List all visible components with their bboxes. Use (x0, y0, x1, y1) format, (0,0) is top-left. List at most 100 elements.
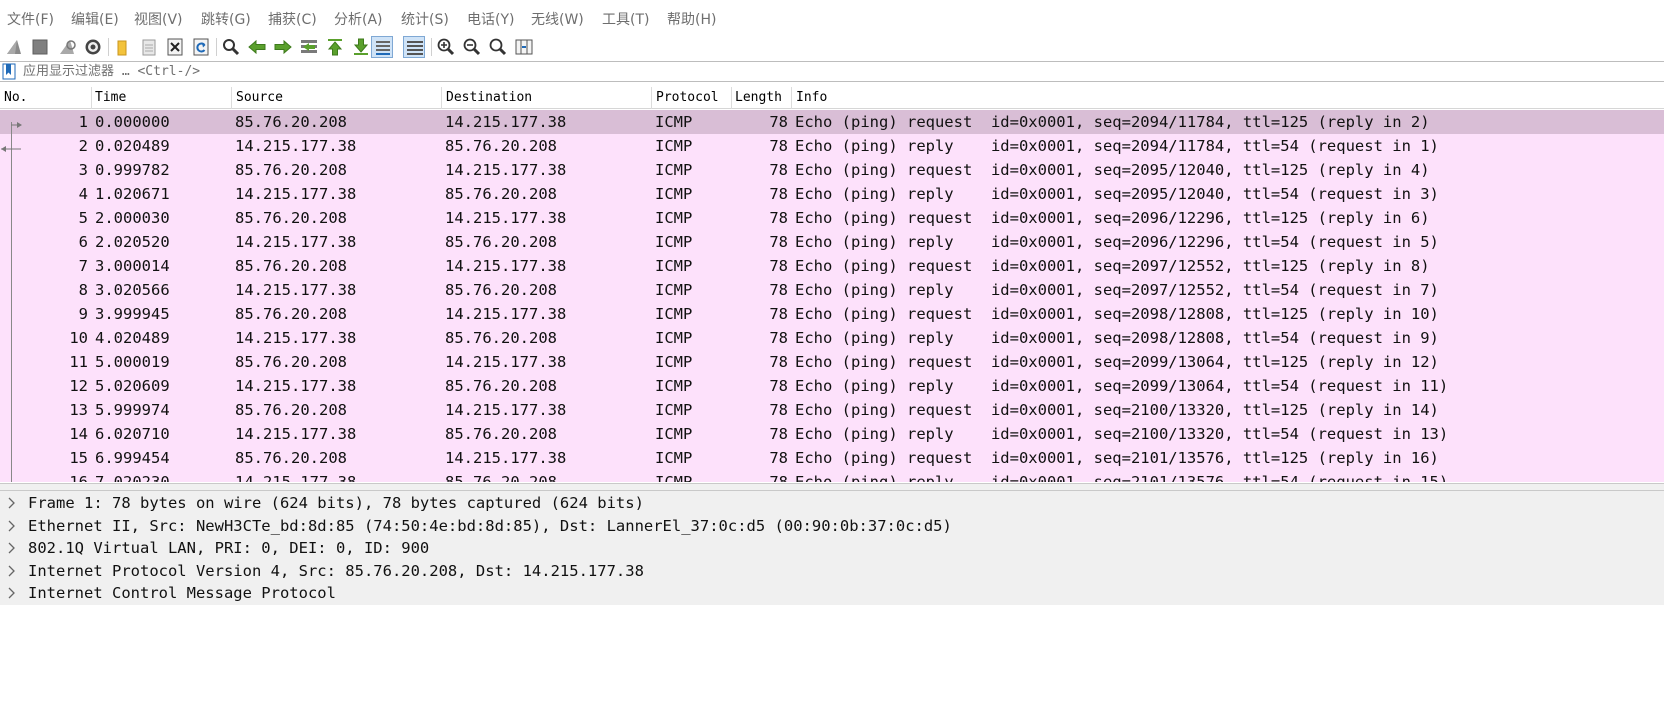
column-header-time[interactable]: Time (95, 90, 126, 105)
first-packet-icon[interactable] (324, 36, 346, 58)
packet-destination: 14.215.177.38 (445, 209, 567, 227)
packet-info: Echo (ping) request id=0x0001, seq=2097/… (795, 257, 1430, 275)
packet-time: 6.020710 (95, 425, 170, 443)
packet-row[interactable]: 14 6.020710 14.215.177.38 85.76.20.208 ICMP 7… (0, 422, 1664, 446)
reply-arrow-icon (0, 140, 24, 152)
display-filter-input[interactable] (19, 62, 1664, 81)
autoscroll-icon[interactable] (371, 36, 393, 58)
menu-statistics[interactable]: 统计(S) (401, 9, 449, 29)
detail-tree-item[interactable]: Internet Control Message Protocol (0, 581, 1664, 605)
packet-protocol: ICMP (655, 449, 693, 467)
packet-no: 10 (69, 329, 88, 347)
detail-tree-item[interactable]: Internet Protocol Version 4, Src: 85.76.… (0, 558, 1664, 583)
resize-columns-icon[interactable] (513, 36, 535, 58)
packet-source: 85.76.20.208 (235, 305, 347, 323)
column-header-info[interactable]: Info (796, 90, 827, 105)
last-packet-icon[interactable] (350, 36, 372, 58)
menu-wireless[interactable]: 无线(W) (531, 9, 584, 29)
save-file-icon[interactable] (138, 36, 160, 58)
go-back-arrow-icon[interactable] (246, 36, 268, 58)
menu-analyze[interactable]: 分析(A) (334, 9, 383, 29)
detail-tree-item[interactable]: Frame 1: 78 bytes on wire (624 bits), 78… (0, 491, 1664, 515)
packet-source: 85.76.20.208 (235, 161, 347, 179)
reload-icon[interactable] (190, 36, 212, 58)
pane-splitter[interactable] (0, 483, 1664, 491)
packet-no: 12 (69, 377, 88, 395)
packet-source: 85.76.20.208 (235, 113, 347, 131)
column-header-source[interactable]: Source (236, 90, 283, 105)
close-file-icon[interactable] (164, 36, 186, 58)
packet-row[interactable]: 1 0.000000 85.76.20.208 14.215.177.38 ICMP 78… (0, 110, 1664, 134)
colorize-icon[interactable] (403, 36, 425, 58)
go-forward-arrow-icon[interactable] (272, 36, 294, 58)
chevron-right-icon[interactable] (7, 586, 17, 600)
packet-row[interactable]: 8 3.020566 14.215.177.38 85.76.20.208 ICMP 78… (0, 278, 1664, 302)
zoom-out-icon[interactable] (461, 36, 483, 58)
menu-help[interactable]: 帮助(H) (667, 9, 716, 29)
packet-row[interactable]: 2 0.020489 14.215.177.38 85.76.20.208 ICMP 78… (0, 134, 1664, 158)
detail-tree-item[interactable]: 802.1Q Virtual LAN, PRI: 0, DEI: 0, ID: … (0, 536, 1664, 560)
go-to-packet-icon[interactable] (298, 36, 320, 58)
chevron-right-icon[interactable] (7, 496, 17, 510)
packet-length: 78 (769, 281, 788, 299)
packet-row[interactable]: 4 1.020671 14.215.177.38 85.76.20.208 ICMP 78… (0, 182, 1664, 206)
packet-protocol: ICMP (655, 281, 693, 299)
packet-row[interactable]: 7 3.000014 85.76.20.208 14.215.177.38 ICMP 78… (0, 254, 1664, 278)
detail-tree-item[interactable]: Ethernet II, Src: NewH3CTe_bd:8d:85 (74:… (0, 513, 1664, 538)
packet-source: 85.76.20.208 (235, 257, 347, 275)
shark-fin-start-icon[interactable] (3, 36, 25, 58)
open-folder-icon[interactable] (112, 36, 134, 58)
packet-source: 14.215.177.38 (235, 377, 357, 395)
packet-source: 14.215.177.38 (235, 185, 357, 203)
packet-protocol: ICMP (655, 257, 693, 275)
packet-row[interactable]: 12 5.020609 14.215.177.38 85.76.20.208 ICMP 7… (0, 374, 1664, 398)
packet-row[interactable]: 3 0.999782 85.76.20.208 14.215.177.38 ICMP 78… (0, 158, 1664, 182)
stop-square-icon[interactable] (29, 36, 51, 58)
packet-row[interactable]: 13 5.999974 85.76.20.208 14.215.177.38 ICMP 7… (0, 398, 1664, 422)
packet-row[interactable]: 15 6.999454 85.76.20.208 14.215.177.38 ICMP 7… (0, 446, 1664, 470)
chevron-right-icon[interactable] (7, 564, 17, 578)
menu-tools[interactable]: 工具(T) (602, 9, 649, 29)
packet-row[interactable]: 6 2.020520 14.215.177.38 85.76.20.208 ICMP 78… (0, 230, 1664, 254)
packet-source: 85.76.20.208 (235, 401, 347, 419)
packet-length: 78 (769, 137, 788, 155)
packet-length: 78 (769, 377, 788, 395)
packet-protocol: ICMP (655, 113, 693, 131)
packet-length: 78 (769, 473, 788, 482)
packet-destination: 85.76.20.208 (445, 377, 557, 395)
find-magnifier-icon[interactable] (220, 36, 242, 58)
menu-view[interactable]: 视图(V) (134, 9, 183, 29)
packet-info: Echo (ping) request id=0x0001, seq=2096/… (795, 209, 1430, 227)
packet-row[interactable]: 9 3.999945 85.76.20.208 14.215.177.38 ICMP 78… (0, 302, 1664, 326)
packet-no: 4 (78, 185, 88, 203)
normal-size-icon[interactable] (487, 36, 509, 58)
menu-file[interactable]: 文件(F) (7, 9, 54, 29)
packet-destination: 85.76.20.208 (445, 425, 557, 443)
column-header-length[interactable]: Length (735, 90, 782, 105)
packet-length: 78 (769, 449, 788, 467)
chevron-right-icon[interactable] (7, 519, 17, 533)
packet-row[interactable]: 16 7.020230 14.215.177.38 85.76.20.208 ICMP 7… (0, 470, 1664, 482)
packet-no: 9 (78, 305, 88, 323)
menu-edit[interactable]: 编辑(E) (71, 9, 119, 29)
column-header-no[interactable]: No. (4, 90, 27, 105)
menu-capture[interactable]: 捕获(C) (268, 9, 317, 29)
chevron-right-icon[interactable] (7, 541, 17, 555)
column-header-destination[interactable]: Destination (446, 90, 532, 105)
packet-source: 85.76.20.208 (235, 209, 347, 227)
capture-options-gear-icon[interactable] (82, 36, 104, 58)
menu-telephony[interactable]: 电话(Y) (467, 9, 514, 29)
packet-row[interactable]: 10 4.020489 14.215.177.38 85.76.20.208 ICMP 7… (0, 326, 1664, 350)
restart-fin-icon[interactable] (56, 36, 78, 58)
packet-row[interactable]: 11 5.000019 85.76.20.208 14.215.177.38 ICMP 7… (0, 350, 1664, 374)
packet-no: 7 (78, 257, 88, 275)
menu-go[interactable]: 跳转(G) (201, 9, 251, 29)
packet-list[interactable]: 1 0.000000 85.76.20.208 14.215.177.38 ICMP 78… (0, 110, 1664, 482)
packet-length: 78 (769, 305, 788, 323)
packet-info: Echo (ping) request id=0x0001, seq=2099/… (795, 353, 1439, 371)
zoom-in-icon[interactable] (435, 36, 457, 58)
packet-row[interactable]: 5 2.000030 85.76.20.208 14.215.177.38 ICMP 78… (0, 206, 1664, 230)
filter-bookmark-icon[interactable] (2, 63, 17, 80)
column-header-protocol[interactable]: Protocol (656, 90, 719, 105)
packet-destination: 14.215.177.38 (445, 113, 567, 131)
